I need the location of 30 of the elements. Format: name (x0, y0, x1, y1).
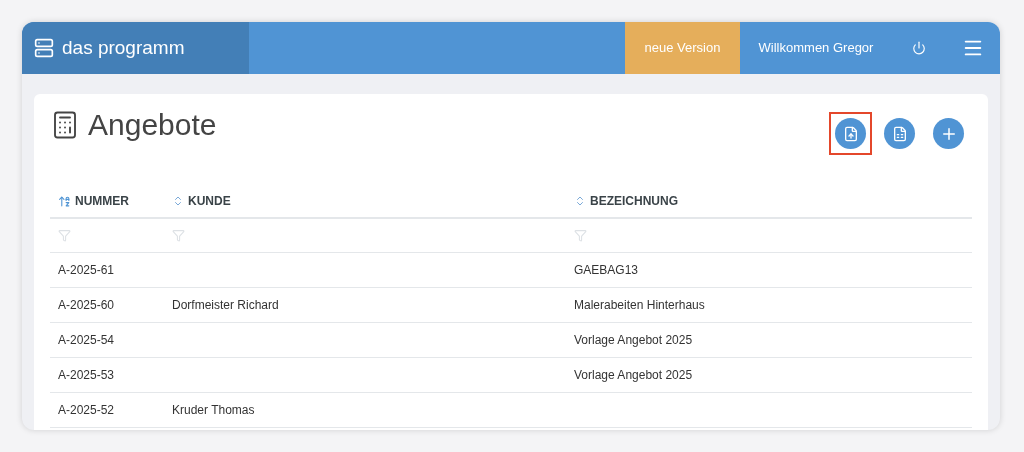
filter-icon[interactable] (58, 229, 71, 242)
brand-bar[interactable]: das programm (22, 22, 249, 74)
upload-icon (842, 125, 859, 142)
action-button[interactable] (884, 118, 915, 149)
table-cell: A-2025-52 (58, 403, 115, 417)
sort-icon[interactable] (172, 195, 184, 207)
table-cell: Vorlage Angebot 2025 (574, 368, 693, 382)
sort-ascending-icon[interactable] (58, 194, 71, 208)
table-cell: Vorlage Angebot 2025 (574, 333, 693, 347)
page-title: Angebote (88, 107, 217, 143)
column-header[interactable]: NUMMER (75, 192, 129, 210)
table-cell: Malerabeiten Hinterhaus (574, 298, 705, 312)
brand-name: das programm (62, 35, 185, 60)
table-cell: A-2025-60 (58, 298, 115, 312)
table-cell: A-2025-61 (58, 263, 115, 277)
action-button[interactable] (835, 118, 866, 149)
welcome-text: Willkommen Gregor (757, 39, 875, 58)
table-cell: A-2025-53 (58, 368, 115, 382)
action-button[interactable] (933, 118, 964, 149)
spreadsheet-icon (891, 125, 908, 142)
table-cell: Kruder Thomas (172, 403, 255, 417)
table-cell: GAEBAG13 (574, 263, 639, 277)
server-icon (34, 38, 54, 58)
table-cell: A-2025-54 (58, 333, 115, 347)
column-header[interactable]: BEZEICHNUNG (590, 192, 678, 210)
sort-icon[interactable] (574, 195, 586, 207)
table-cell: Dorfmeister Richard (172, 298, 279, 312)
filter-icon[interactable] (172, 229, 185, 242)
filter-icon[interactable] (574, 229, 587, 242)
column-header[interactable]: KUNDE (188, 192, 231, 210)
